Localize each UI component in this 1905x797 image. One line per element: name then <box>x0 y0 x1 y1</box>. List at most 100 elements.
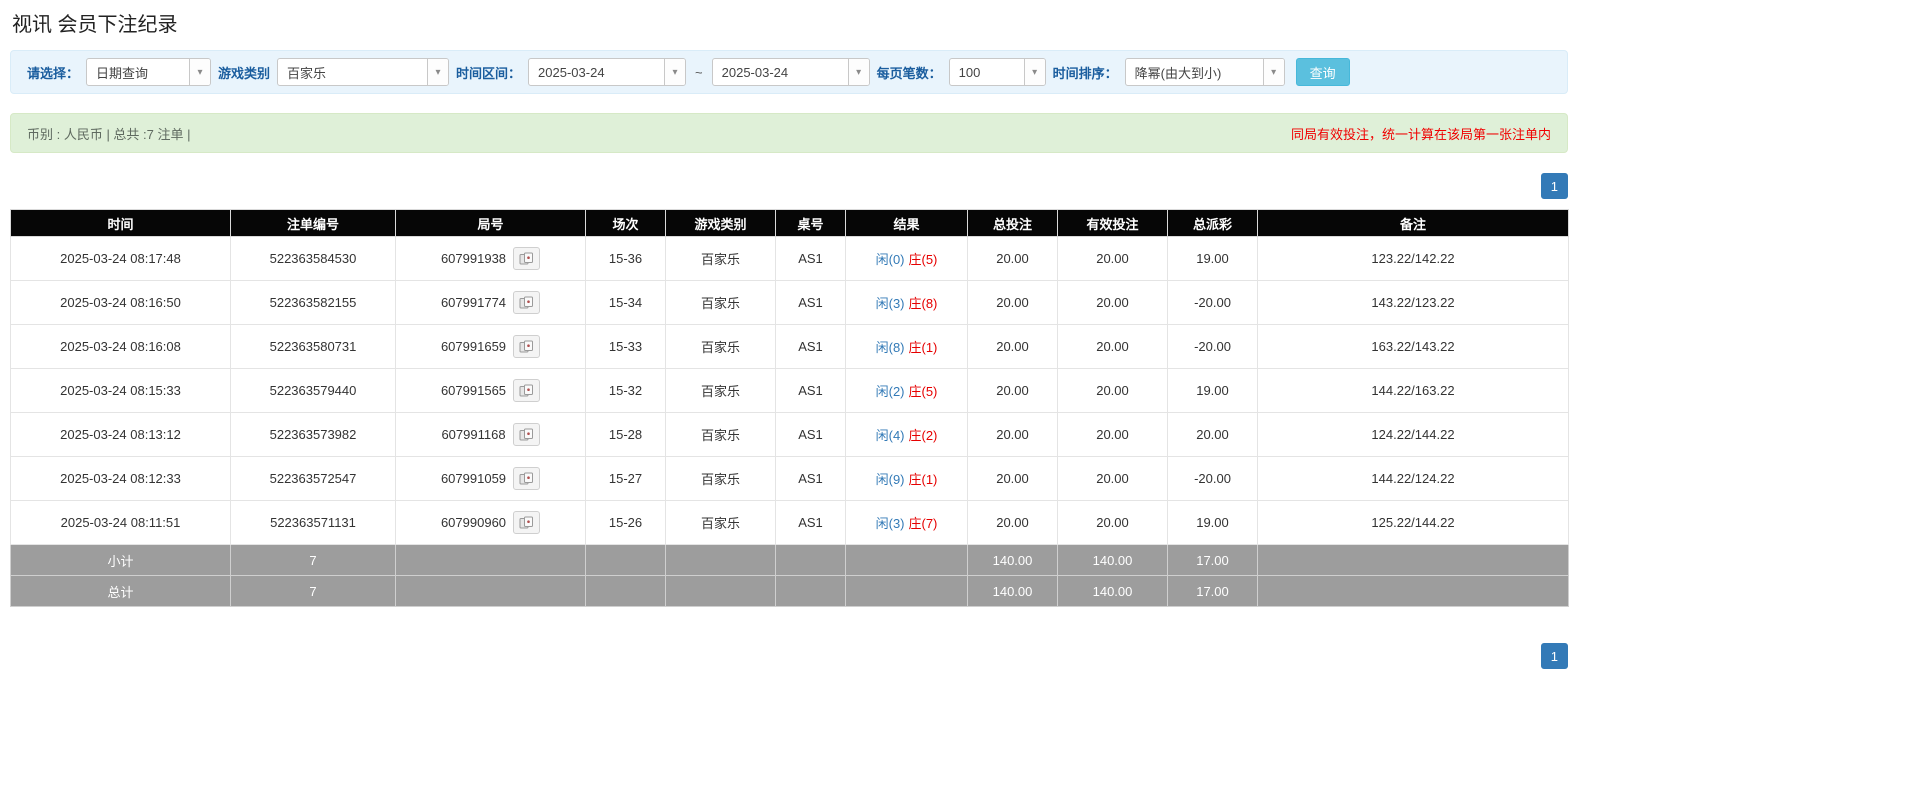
summary-info: 币别 : 人民币 | 总共 :7 注单 | <box>27 126 191 142</box>
col-header-valid-bet: 有效投注 <box>1057 209 1168 237</box>
table-row: 2025-03-24 08:12:33 522363572547 6079910… <box>10 456 1569 501</box>
page-size-label: 每页笔数： <box>876 65 942 81</box>
cell-round-id: 607991565 <box>395 368 586 413</box>
table-body: 2025-03-24 08:17:48 522363584530 6079919… <box>10 236 1569 545</box>
cell-payout: 19.00 <box>1167 368 1258 413</box>
cell-total-bet[interactable]: 20.00 <box>967 236 1058 281</box>
view-cards-button[interactable] <box>513 511 541 534</box>
select-type-value: 日期查询 <box>96 65 149 81</box>
col-header-payout: 总派彩 <box>1167 209 1258 237</box>
search-button[interactable]: 查询 <box>1295 58 1350 86</box>
cell-round-id: 607990960 <box>395 500 586 545</box>
cards-icon <box>519 428 533 441</box>
result-player: 闲(2) <box>875 384 905 399</box>
cell-bet-id: 522363584530 <box>230 236 396 281</box>
cell-time: 2025-03-24 08:12:33 <box>10 456 231 501</box>
col-header-total-bet: 总投注 <box>967 209 1058 237</box>
col-header-remark: 备注 <box>1257 209 1569 237</box>
cell-remark: 144.22/124.22 <box>1257 456 1569 501</box>
cell-total-bet[interactable]: 20.00 <box>967 324 1058 369</box>
cell-result: 闲(8) 庄(1) <box>845 324 968 369</box>
subtotal-total-bet: 140.00 <box>967 544 1058 576</box>
result-player: 闲(4) <box>875 428 905 443</box>
result-player: 闲(0) <box>875 252 905 267</box>
page: 视讯 会员下注纪录 请选择： 日期查询 ▾ 游戏类别 百家乐 ▾ 时间区间： 2… <box>10 0 1569 689</box>
cell-remark: 125.22/144.22 <box>1257 500 1569 545</box>
cell-session: 15-36 <box>585 236 666 281</box>
cell-round-id: 607991774 <box>395 280 586 325</box>
summary-bar: 币别 : 人民币 | 总共 :7 注单 | 同局有效投注，统一计算在该局第一张注… <box>10 113 1568 153</box>
result-banker: 庄(2) <box>908 428 938 443</box>
col-header-game-type: 游戏类别 <box>665 209 776 237</box>
sort-order-value: 降幂(由大到小) <box>1134 65 1222 81</box>
round-id-value: 607991565 <box>440 383 507 398</box>
cell-remark: 144.22/163.22 <box>1257 368 1569 413</box>
cell-bet-id: 522363579440 <box>230 368 396 413</box>
result-player: 闲(9) <box>875 472 905 487</box>
cell-valid-bet: 20.00 <box>1057 412 1168 457</box>
result-player: 闲(3) <box>875 296 905 311</box>
cell-table-no: AS1 <box>775 412 846 457</box>
cell-remark: 163.22/143.22 <box>1257 324 1569 369</box>
page-button-1[interactable]: 1 <box>1540 643 1568 669</box>
cell-session: 15-26 <box>585 500 666 545</box>
cell-payout: 20.00 <box>1167 412 1258 457</box>
cell-time: 2025-03-24 08:15:33 <box>10 368 231 413</box>
col-header-table-no: 桌号 <box>775 209 846 237</box>
cards-icon <box>519 296 534 309</box>
result-banker: 庄(5) <box>908 384 938 399</box>
round-id-value: 607991938 <box>440 251 507 266</box>
total-payout: 17.00 <box>1167 575 1258 607</box>
cell-result: 闲(4) 庄(2) <box>845 412 968 457</box>
col-header-session: 场次 <box>585 209 666 237</box>
table-row: 2025-03-24 08:16:50 522363582155 6079917… <box>10 280 1569 325</box>
table-row: 2025-03-24 08:16:08 522363580731 6079916… <box>10 324 1569 369</box>
cell-total-bet[interactable]: 20.00 <box>967 500 1058 545</box>
cell-valid-bet: 20.00 <box>1057 500 1168 545</box>
cell-table-no: AS1 <box>775 368 846 413</box>
view-cards-button[interactable] <box>513 467 541 490</box>
cell-total-bet[interactable]: 20.00 <box>967 412 1058 457</box>
cards-icon <box>519 472 534 485</box>
game-type-dropdown[interactable]: 百家乐 ▾ <box>277 58 450 86</box>
result-player: 闲(8) <box>875 340 905 355</box>
total-count: 7 <box>230 575 396 607</box>
cell-table-no: AS1 <box>775 500 846 545</box>
total-valid-bet: 140.00 <box>1057 575 1168 607</box>
cell-payout: 19.00 <box>1167 236 1258 281</box>
round-id-value: 607991059 <box>440 471 507 486</box>
cell-session: 15-33 <box>585 324 666 369</box>
cell-time: 2025-03-24 08:11:51 <box>10 500 231 545</box>
round-id-value: 607991774 <box>440 295 507 310</box>
col-header-result: 结果 <box>845 209 968 237</box>
sort-order-dropdown[interactable]: 降幂(由大到小) ▾ <box>1124 58 1285 86</box>
cell-total-bet[interactable]: 20.00 <box>967 368 1058 413</box>
cell-total-bet[interactable]: 20.00 <box>967 280 1058 325</box>
summary-notice: 同局有效投注，统一计算在该局第一张注单内 <box>1290 126 1551 142</box>
chevron-down-icon: ▾ <box>847 59 869 85</box>
view-cards-button[interactable] <box>512 423 540 446</box>
cell-bet-id: 522363571131 <box>230 500 396 545</box>
cell-result: 闲(9) 庄(1) <box>845 456 968 501</box>
page-size-dropdown[interactable]: 100 ▾ <box>948 58 1046 86</box>
cards-icon <box>519 340 534 353</box>
table-row: 2025-03-24 08:17:48 522363584530 6079919… <box>10 236 1569 281</box>
result-banker: 庄(7) <box>908 516 938 531</box>
page-button-1[interactable]: 1 <box>1540 173 1568 199</box>
cell-valid-bet: 20.00 <box>1057 280 1168 325</box>
cell-game-type: 百家乐 <box>665 368 776 413</box>
view-cards-button[interactable] <box>513 247 541 270</box>
date-to-value: 2025-03-24 <box>721 64 789 80</box>
cell-result: 闲(3) 庄(8) <box>845 280 968 325</box>
cell-game-type: 百家乐 <box>665 236 776 281</box>
date-to-dropdown[interactable]: 2025-03-24 ▾ <box>711 58 870 86</box>
view-cards-button[interactable] <box>513 291 541 314</box>
round-id-value: 607990960 <box>440 515 507 530</box>
select-type-dropdown[interactable]: 日期查询 ▾ <box>86 58 212 86</box>
view-cards-button[interactable] <box>513 335 541 358</box>
cell-time: 2025-03-24 08:13:12 <box>10 412 231 457</box>
view-cards-button[interactable] <box>513 379 541 402</box>
cell-total-bet[interactable]: 20.00 <box>967 456 1058 501</box>
cell-table-no: AS1 <box>775 236 846 281</box>
date-from-dropdown[interactable]: 2025-03-24 ▾ <box>528 58 687 86</box>
